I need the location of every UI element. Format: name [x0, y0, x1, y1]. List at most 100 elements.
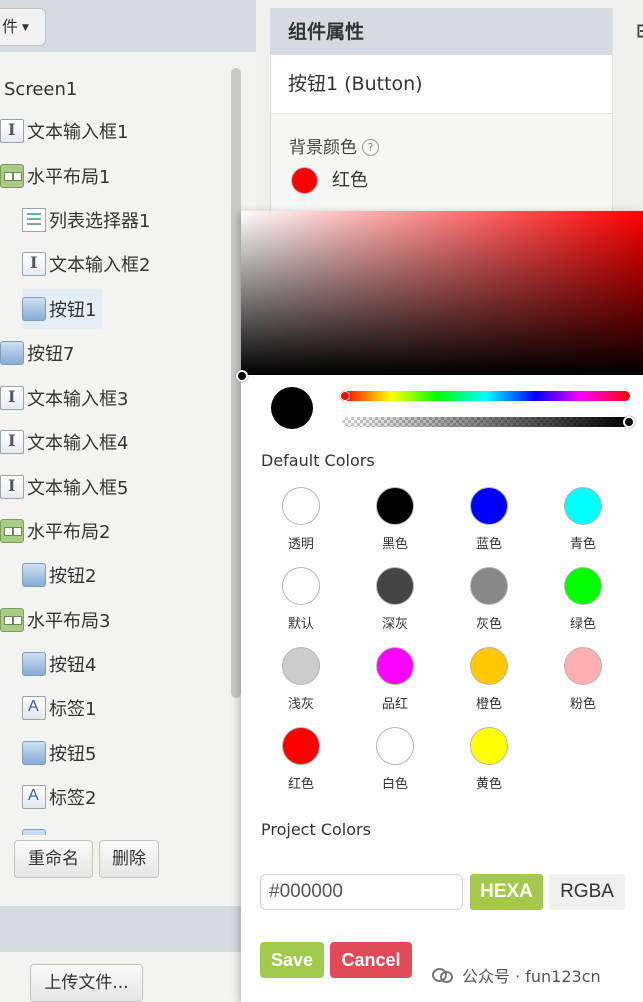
tree-item-label: 列表选择器1 [49, 211, 151, 232]
color-swatch-circle[interactable] [470, 727, 508, 765]
color-swatch-circle[interactable] [376, 727, 414, 765]
opacity-slider[interactable] [342, 417, 630, 427]
tree-item-label: 文本输入框3 [27, 389, 129, 410]
saturation-handle[interactable] [236, 370, 248, 382]
saturation-value-area[interactable] [241, 211, 643, 375]
button-icon [22, 741, 46, 765]
color-swatch-circle[interactable] [564, 647, 602, 685]
save-button[interactable]: Save [260, 942, 324, 978]
background-color-label: 背景颜色? [289, 133, 379, 158]
tree-item[interactable]: 按钮1 [22, 289, 103, 329]
tree-item-label: 水平布局3 [27, 611, 111, 632]
hue-slider-handle[interactable] [340, 391, 350, 401]
tree-item-label: 标签1 [49, 699, 97, 720]
color-swatch-circle[interactable] [470, 647, 508, 685]
tree-item[interactable]: 文本输入框1 [0, 111, 134, 151]
hex-value-input[interactable] [260, 874, 463, 910]
tree-item-label: 按钮7 [27, 344, 75, 365]
tree-item[interactable]: 按钮5 [22, 733, 102, 773]
default-colors-title: Default Colors [261, 451, 375, 470]
color-swatch-circle[interactable] [564, 567, 602, 605]
button-icon [0, 341, 24, 365]
color-swatch-circle[interactable] [376, 487, 414, 525]
rgba-mode-button[interactable]: RGBA [549, 874, 625, 910]
tree-item-label: 按钮4 [49, 655, 97, 676]
color-swatch-circle[interactable] [282, 567, 320, 605]
tree-item[interactable]: 水平布局3 [0, 600, 116, 640]
tree-scrollbar[interactable] [231, 68, 241, 698]
tree-item[interactable]: 标签1 [22, 688, 102, 728]
hexa-mode-button[interactable]: HEXA [470, 874, 543, 910]
tree-item[interactable]: 文本输入框3 [0, 378, 134, 418]
tree-item-label: 文本输入框5 [27, 478, 129, 499]
rename-button[interactable]: 重命名 [14, 840, 93, 878]
tree-item[interactable]: 水平布局2 [0, 511, 116, 551]
tree-item[interactable]: 按钮7 [0, 333, 80, 373]
color-swatch-circle[interactable] [470, 487, 508, 525]
background-color-swatch[interactable] [291, 167, 318, 194]
color-swatch[interactable]: 绿色 [548, 563, 618, 633]
tree-item[interactable]: 按钮2 [22, 555, 102, 595]
textbox-icon [0, 430, 24, 454]
color-swatch-circle[interactable] [282, 727, 320, 765]
tree-item[interactable]: 标签2 [22, 777, 102, 817]
opacity-slider-handle[interactable] [623, 416, 635, 428]
button-icon [22, 652, 46, 676]
color-swatch[interactable]: 青色 [548, 483, 618, 553]
tree-item[interactable]: 文本输入框2 [22, 244, 156, 284]
chevron-down-icon: ▼ [22, 23, 29, 33]
color-swatch[interactable]: 白色 [360, 723, 430, 793]
color-swatch[interactable]: 透明 [266, 483, 336, 553]
color-swatch[interactable]: 默认 [266, 563, 336, 633]
tree-item-label: Screen1 [4, 78, 78, 100]
color-swatch[interactable]: 蓝色 [454, 483, 524, 553]
watermark-text: 公众号 · fun123cn [462, 967, 601, 986]
label-icon [22, 785, 46, 809]
textbox-icon [0, 386, 24, 410]
color-swatch[interactable]: 品红 [360, 643, 430, 713]
color-swatch-label: 白色 [381, 777, 408, 792]
watermark: 公众号 · fun123cn [432, 963, 601, 987]
color-swatch-circle[interactable] [470, 567, 508, 605]
color-swatch-circle[interactable] [282, 647, 320, 685]
tree-item-label: 标签2 [49, 788, 97, 809]
project-colors-title: Project Colors [261, 820, 371, 839]
tree-item[interactable]: 列表选择器1 [22, 200, 156, 240]
color-swatch-circle[interactable] [376, 567, 414, 605]
hue-slider[interactable] [342, 391, 630, 401]
color-swatch[interactable]: 灰色 [454, 563, 524, 633]
components-dropdown[interactable]: 件 ▼ [0, 8, 46, 46]
tree-item[interactable]: 文本输入框5 [0, 467, 134, 507]
tree-item-label: 按钮5 [49, 744, 97, 765]
color-swatch[interactable]: 橙色 [454, 643, 524, 713]
upload-file-button[interactable]: 上传文件... [30, 964, 143, 1002]
delete-button[interactable]: 删除 [99, 840, 159, 878]
color-swatch[interactable]: 深灰 [360, 563, 430, 633]
color-swatch[interactable]: 黄色 [454, 723, 524, 793]
color-swatch-circle[interactable] [564, 487, 602, 525]
button-icon [22, 297, 46, 321]
media-panel-header [0, 906, 256, 952]
tree-item[interactable]: Screen1 [4, 69, 83, 109]
wechat-icon [432, 967, 454, 983]
listpicker-icon [22, 208, 46, 232]
tree-item[interactable]: 水平布局1 [0, 156, 116, 196]
viewer-panel-title: ⊟ [636, 20, 643, 42]
tree-item-label: 按钮1 [49, 300, 97, 321]
help-icon[interactable]: ? [362, 139, 379, 156]
tree-item[interactable] [22, 821, 55, 835]
color-swatch-circle[interactable] [376, 647, 414, 685]
background-color-label-text: 背景颜色 [289, 138, 357, 158]
cancel-button[interactable]: Cancel [330, 942, 412, 978]
tree-item[interactable]: 文本输入框4 [0, 422, 134, 462]
horizontal-arrangement-icon [0, 519, 24, 543]
textbox-icon [22, 252, 46, 276]
color-swatch[interactable]: 浅灰 [266, 643, 336, 713]
background-color-value[interactable]: 红色 [332, 167, 368, 194]
tree-item-label: 水平布局1 [27, 167, 111, 188]
color-swatch-circle[interactable] [282, 487, 320, 525]
color-swatch[interactable]: 红色 [266, 723, 336, 793]
tree-item[interactable]: 按钮4 [22, 644, 102, 684]
color-swatch[interactable]: 粉色 [548, 643, 618, 713]
color-swatch[interactable]: 黑色 [360, 483, 430, 553]
